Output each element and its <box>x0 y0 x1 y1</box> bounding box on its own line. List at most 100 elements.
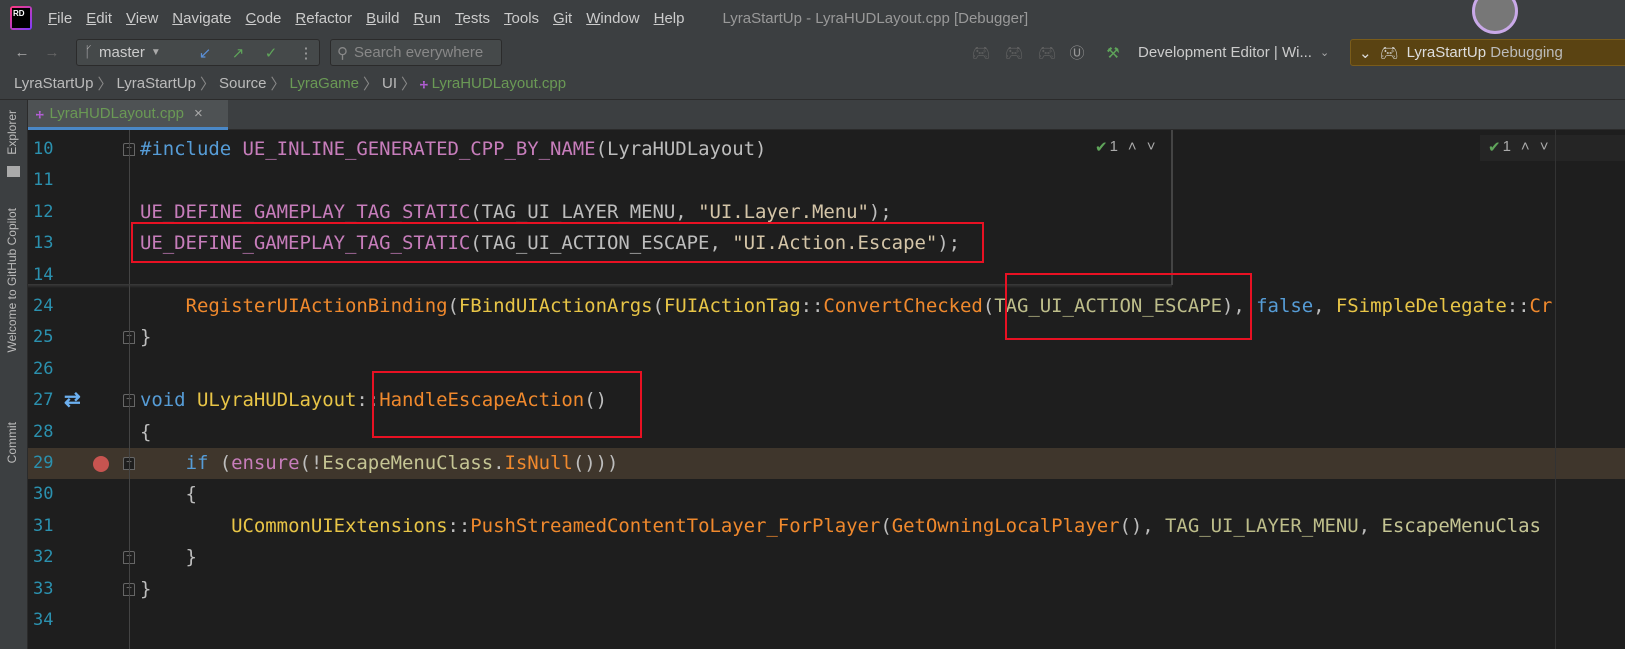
line-number[interactable]: 31 <box>33 511 63 542</box>
code-line[interactable]: 34 <box>28 605 1625 636</box>
search-everywhere[interactable]: ⚲ Search everywhere <box>330 39 502 66</box>
menu-window[interactable]: Window <box>586 10 639 27</box>
sidebar-item-explorer[interactable]: Explorer <box>5 110 19 155</box>
cpp-file-icon: ⧾ <box>36 105 44 122</box>
code-editor[interactable]: 10−#include UE_INLINE_GENERATED_CPP_BY_N… <box>28 130 1625 649</box>
configuration-selector[interactable]: Development Editor | Wi... ⌄ <box>1138 40 1329 65</box>
chevron-down-icon[interactable]: ˅ <box>1147 138 1156 156</box>
gamepad-icon[interactable]: 🎮︎ <box>1003 40 1025 65</box>
inspection-widget-right[interactable]: ✔ 1 ˄ ˅ <box>1480 135 1625 161</box>
line-number[interactable]: 27 <box>33 385 63 416</box>
breadcrumb-item[interactable]: LyraStartUp <box>117 75 196 92</box>
menu-file[interactable]: File <box>48 10 72 27</box>
code-line[interactable]: 29− if (ensure(!EscapeMenuClass.IsNull()… <box>28 448 1625 480</box>
code-line[interactable]: 26 <box>28 354 1625 385</box>
push-icon[interactable]: ↗ <box>226 40 250 65</box>
line-number[interactable]: 11 <box>33 165 63 196</box>
build-icon[interactable]: ⚒ <box>1102 40 1124 65</box>
line-number[interactable]: 30 <box>33 479 63 510</box>
line-number[interactable]: 34 <box>33 605 63 636</box>
line-number[interactable]: 28 <box>33 417 63 448</box>
menu-navigate[interactable]: Navigate <box>172 10 231 27</box>
tab-lyrahudlayout-cpp[interactable]: ⧾ LyraHUDLayout.cpp × <box>28 100 228 130</box>
code-token: void <box>140 389 197 412</box>
code-token: TAG_UI_LAYER_MENU <box>1165 514 1359 537</box>
menu-run[interactable]: Run <box>413 10 441 27</box>
commit-icon[interactable]: ✓ <box>259 40 283 65</box>
breadcrumb-item[interactable]: LyraStartUp <box>14 75 93 92</box>
line-number[interactable]: 33 <box>33 574 63 605</box>
more-icon[interactable]: ⋮ <box>294 40 318 65</box>
menu-build[interactable]: Build <box>366 10 399 27</box>
line-number[interactable]: 26 <box>33 354 63 385</box>
code-text: } <box>140 542 197 573</box>
line-number[interactable]: 13 <box>33 228 63 259</box>
menu-edit[interactable]: Edit <box>86 10 112 27</box>
code-token: ())) <box>572 452 619 474</box>
code-token: ) <box>1222 295 1234 317</box>
code-token: } <box>140 546 197 569</box>
line-number[interactable]: 25 <box>33 322 63 353</box>
menu-help[interactable]: Help <box>654 10 685 27</box>
menu-refactor[interactable]: Refactor <box>295 10 352 27</box>
chevron-up-icon[interactable]: ˄ <box>1128 138 1137 156</box>
code-line[interactable]: 28 { <box>28 417 1625 448</box>
breadcrumb-item[interactable]: LyraHUDLayout.cpp <box>432 75 567 92</box>
configuration-label: Development Editor | Wi... <box>1138 44 1312 61</box>
menu-code[interactable]: Code <box>246 10 282 27</box>
line-number[interactable]: 12 <box>33 197 63 228</box>
breakpoint-icon[interactable] <box>93 456 109 472</box>
menu-tests[interactable]: Tests <box>455 10 490 27</box>
implementation-gutter-icon[interactable]: ⇄ <box>64 387 81 412</box>
sidebar-item-commit[interactable]: Commit <box>5 422 19 463</box>
line-number[interactable]: 29 <box>33 448 63 479</box>
code-token: ( <box>652 295 664 317</box>
breadcrumb-separator: 〉 <box>199 76 215 93</box>
forward-icon[interactable]: → <box>40 40 64 64</box>
code-line[interactable]: 24 RegisterUIActionBinding(FBindUIAction… <box>28 291 1625 322</box>
gamepad-icon[interactable]: 🎮︎ <box>1036 40 1058 65</box>
inspection-widget[interactable]: ✔ 1 ˄ ˅ <box>1095 138 1155 156</box>
back-icon[interactable]: ← <box>10 40 34 64</box>
code-token: :: <box>1506 295 1530 317</box>
tab-label: LyraHUDLayout.cpp <box>49 105 185 122</box>
code-line[interactable]: 12 UE_DEFINE_GAMEPLAY_TAG_STATIC(TAG_UI_L… <box>28 197 1625 228</box>
line-number[interactable]: 24 <box>33 291 63 322</box>
unreal-icon[interactable]: Ⓤ <box>1066 40 1088 65</box>
run-widget[interactable]: ⌄ 🎮︎ LyraStartUp Debugging <box>1350 39 1625 66</box>
breadcrumb-item[interactable]: LyraGame <box>290 75 359 92</box>
code-line[interactable]: 32− } <box>28 542 1625 573</box>
code-line[interactable]: 25−} <box>28 322 1625 353</box>
window-title: LyraStartUp - LyraHUDLayout.cpp [Debugge… <box>722 9 1029 27</box>
gamepad-icon[interactable]: 🎮︎ <box>970 40 992 65</box>
code-line[interactable]: 13 UE_DEFINE_GAMEPLAY_TAG_STATIC(TAG_UI_A… <box>28 228 1625 259</box>
chevron-down-icon[interactable]: ˅ <box>1540 138 1549 158</box>
menu-git[interactable]: Git <box>553 10 572 27</box>
breadcrumb-item[interactable]: Source <box>219 75 267 92</box>
code-line[interactable]: 30 { <box>28 479 1625 510</box>
close-icon[interactable]: × <box>194 105 203 122</box>
code-token: ConvertChecked <box>823 295 983 317</box>
chevron-up-icon[interactable]: ˄ <box>1521 138 1530 158</box>
branch-selector[interactable]: ᚴ master ▼ <box>84 40 161 65</box>
menu-tools[interactable]: Tools <box>504 10 539 27</box>
user-avatar[interactable] <box>1472 0 1518 34</box>
code-token: if <box>185 452 220 474</box>
menu-view[interactable]: View <box>126 10 158 27</box>
code-line[interactable]: 10−#include UE_INLINE_GENERATED_CPP_BY_N… <box>28 134 1625 165</box>
code-token: HandleEscapeAction <box>379 389 585 412</box>
update-project-icon[interactable]: ↙ <box>193 40 217 65</box>
code-token: () <box>584 389 607 412</box>
code-text: } <box>140 574 151 605</box>
code-token: #include <box>140 138 243 160</box>
sidebar-item-github-copilot[interactable]: Welcome to GitHub Copilot <box>5 208 19 353</box>
code-text: void ULyraHUDLayout::HandleEscapeAction(… <box>140 385 607 416</box>
breadcrumb-item[interactable]: UI <box>382 75 397 92</box>
line-number[interactable]: 10 <box>33 134 63 165</box>
code-line[interactable]: 31 UCommonUIExtensions::PushStreamedCont… <box>28 511 1625 542</box>
search-placeholder: Search everywhere <box>354 44 484 61</box>
code-line[interactable]: 33−} <box>28 574 1625 605</box>
code-line[interactable]: 27−⇄void ULyraHUDLayout::HandleEscapeAct… <box>28 385 1625 416</box>
line-number[interactable]: 32 <box>33 542 63 573</box>
code-line[interactable]: 11 <box>28 165 1625 196</box>
